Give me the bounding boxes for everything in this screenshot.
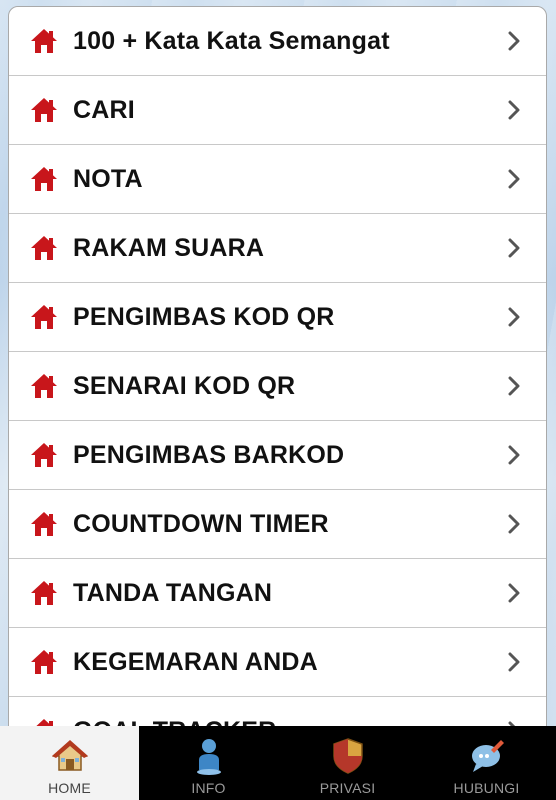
menu-item-label: 100 + Kata Kata Semangat [73,26,390,55]
menu-item-senarai-kod-qr[interactable]: SENARAI KOD QR [9,352,546,421]
menu-item-pengimbas-barkod[interactable]: PENGIMBAS BARKOD [9,421,546,490]
menu-item-countdown-timer[interactable]: COUNTDOWN TIMER [9,490,546,559]
menu-list: 100 + Kata Kata Semangat CARI NOTA RAKAM… [8,6,547,726]
home-icon [29,510,59,538]
tab-bar: HOME INFO PRIVASI HUBUNGI [0,726,556,800]
menu-item-label: COUNTDOWN TIMER [73,509,329,538]
chevron-right-icon [502,165,526,193]
chat-bubble-icon [467,736,507,776]
house-icon [50,736,90,776]
home-icon [29,96,59,124]
menu-item-label: NOTA [73,164,143,193]
chevron-right-icon [502,27,526,55]
menu-item-nota[interactable]: NOTA [9,145,546,214]
menu-item-goal-tracker[interactable]: GOAL TRACKER [9,697,546,726]
menu-item-label: GOAL TRACKER [73,717,502,727]
tab-label: PRIVASI [319,780,376,796]
tab-hubungi[interactable]: HUBUNGI [417,726,556,800]
menu-item-rakam-suara[interactable]: RAKAM SUARA [9,214,546,283]
menu-item-label: PENGIMBAS BARKOD [73,440,345,469]
tab-privasi[interactable]: PRIVASI [278,726,417,800]
home-icon [29,717,59,726]
tab-label: INFO [191,780,226,796]
menu-item-kata-semangat[interactable]: 100 + Kata Kata Semangat [9,7,546,76]
menu-item-tanda-tangan[interactable]: TANDA TANGAN [9,559,546,628]
home-icon [29,372,59,400]
menu-item-cari[interactable]: CARI [9,76,546,145]
chevron-right-icon [502,510,526,538]
home-icon [29,27,59,55]
tab-info[interactable]: INFO [139,726,278,800]
home-icon [29,579,59,607]
chevron-right-icon [502,441,526,469]
menu-item-pengimbas-kod-qr[interactable]: PENGIMBAS KOD QR [9,283,546,352]
menu-item-label: KEGEMARAN ANDA [73,647,318,676]
tab-home[interactable]: HOME [0,726,139,800]
chevron-right-icon [502,303,526,331]
home-icon [29,234,59,262]
menu-item-label: CARI [73,95,135,124]
home-icon [29,441,59,469]
person-icon [189,736,229,776]
tab-label: HOME [48,780,91,796]
home-icon [29,165,59,193]
menu-item-kegemaran-anda[interactable]: KEGEMARAN ANDA [9,628,546,697]
menu-item-label: RAKAM SUARA [73,233,265,262]
home-icon [29,648,59,676]
menu-item-label: PENGIMBAS KOD QR [73,302,335,331]
chevron-right-icon [502,96,526,124]
chevron-right-icon [502,717,526,726]
home-icon [29,303,59,331]
menu-item-label: SENARAI KOD QR [73,371,296,400]
shield-icon [328,736,368,776]
chevron-right-icon [502,648,526,676]
menu-item-label: TANDA TANGAN [73,578,273,607]
tab-label: HUBUNGI [453,780,520,796]
chevron-right-icon [502,579,526,607]
menu-scroll-area[interactable]: 100 + Kata Kata Semangat CARI NOTA RAKAM… [8,6,547,726]
chevron-right-icon [502,372,526,400]
chevron-right-icon [502,234,526,262]
